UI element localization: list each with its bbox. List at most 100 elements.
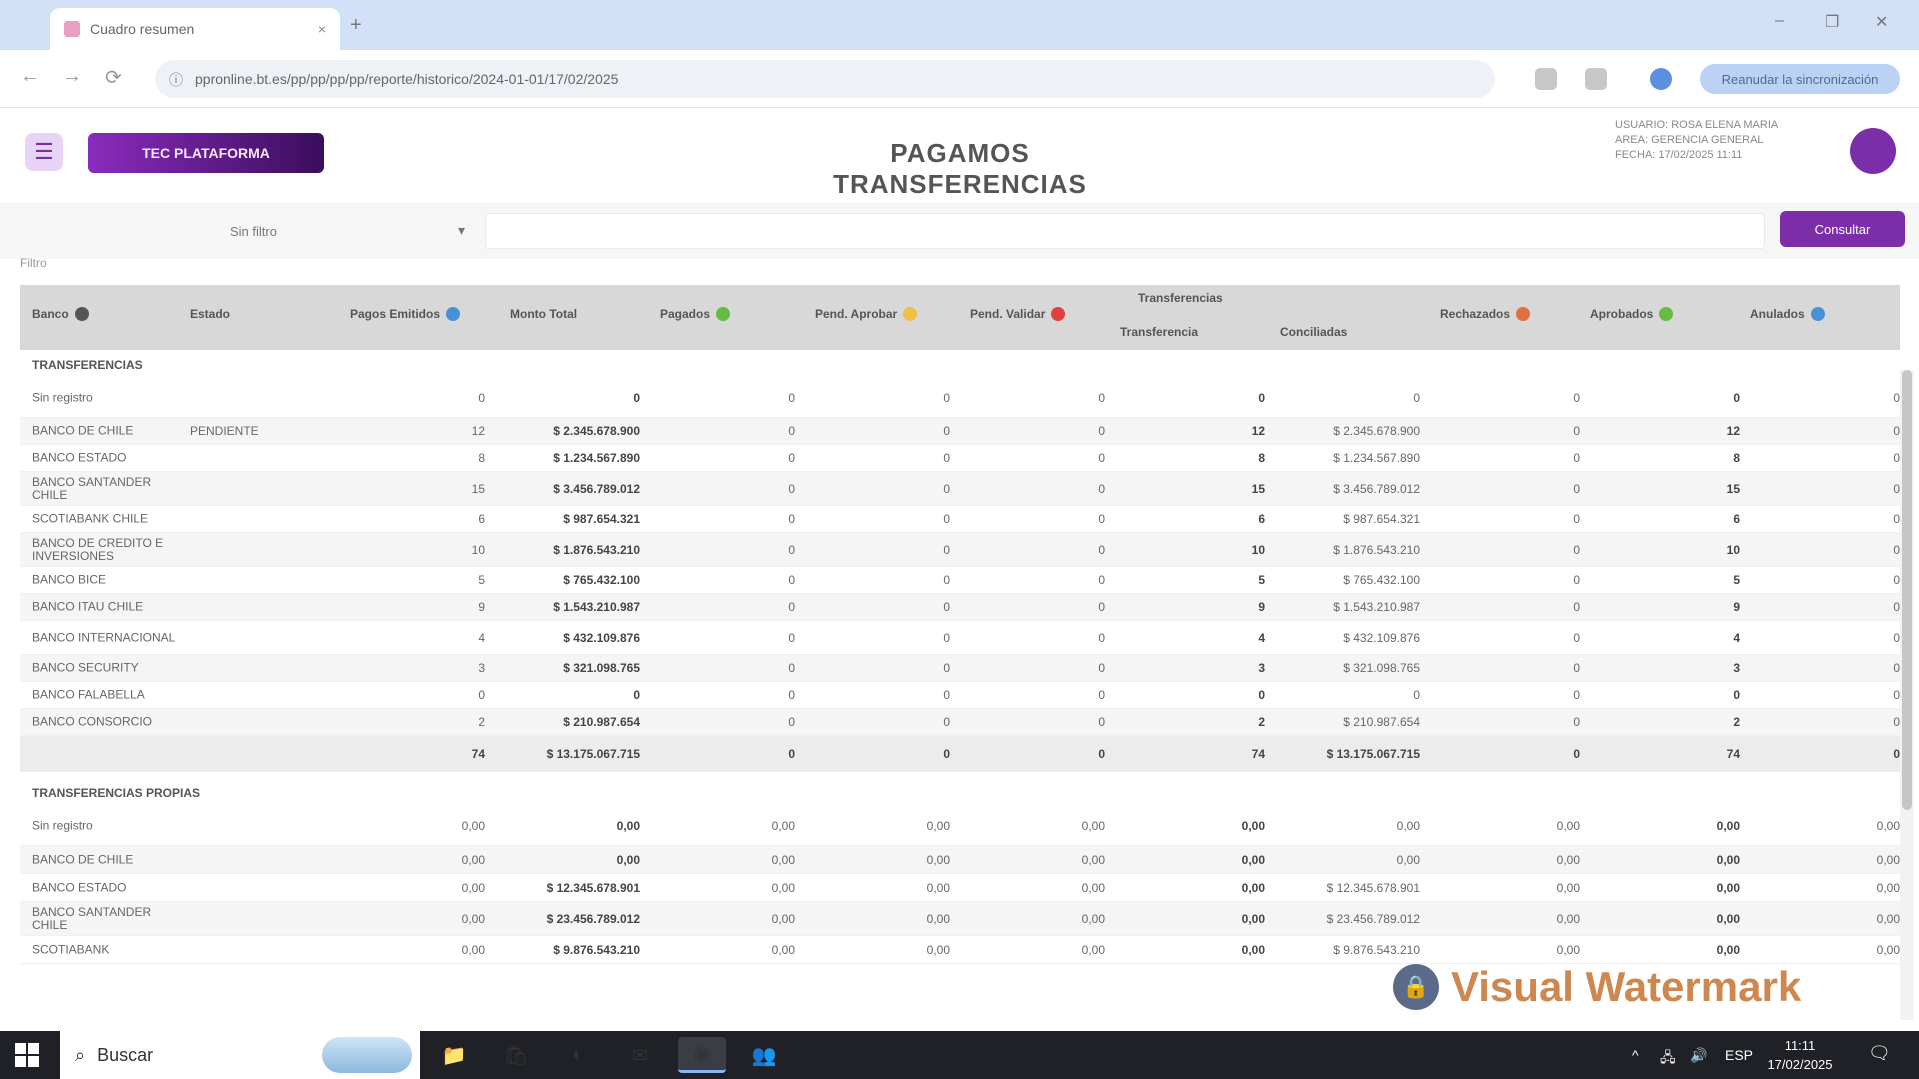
table-row[interactable]: BANCO CONSORCIO 2 $ 210.987.654 0 0 0 2 $ 210.9… xyxy=(20,709,1900,736)
teams-icon[interactable]: 👥 xyxy=(740,1037,788,1073)
table-cell: 0 xyxy=(1098,630,1105,645)
table-row[interactable]: SCOTIABANK CHILE 6 $ 987.654.321 0 0 0 6 $ 987.… xyxy=(20,506,1900,533)
info-icon[interactable] xyxy=(903,307,918,321)
windows-start-icon[interactable] xyxy=(15,1043,39,1067)
url-bar[interactable]: ⓘ ppronline.bt.es/pp/pp/pp/pp/reporte/hi… xyxy=(155,60,1495,98)
file-explorer-icon[interactable]: 📁 xyxy=(430,1037,478,1073)
table-cell: 0,00 xyxy=(926,852,950,867)
data-table: Banco Estado Pagos Emitidos Monto Total Paga… xyxy=(20,285,1900,1025)
column-header-label: Aprobados xyxy=(1590,307,1654,321)
scrollbar[interactable] xyxy=(1900,370,1914,1020)
brand-logo[interactable]: TEC PLATAFORMA xyxy=(88,133,324,173)
table-cell: 0 xyxy=(1098,390,1105,405)
edge-icon[interactable]: ◐ xyxy=(554,1037,602,1073)
site-info-icon[interactable]: ⓘ xyxy=(169,70,183,90)
column-header-cancelled[interactable]: Anulados xyxy=(1750,307,1825,321)
table-cell: 10 xyxy=(1726,542,1740,557)
minimize-icon[interactable]: – xyxy=(1775,12,1784,30)
info-icon[interactable] xyxy=(1810,307,1825,321)
table-cell: 0,00 xyxy=(1241,818,1265,833)
table-row[interactable]: BANCO ITAU CHILE 9 $ 1.543.210.987 0 0 0 9 $ 1.… xyxy=(20,594,1900,621)
table-row[interactable]: BANCO SANTANDER CHILE 0,00 $ 23.456.789.01… xyxy=(20,902,1900,936)
extension-icon[interactable] xyxy=(1535,68,1557,90)
info-icon[interactable] xyxy=(1659,307,1674,321)
table-row[interactable]: SCOTIABANK 0,00 $ 9.876.543.210 0,00 0,00 0,0… xyxy=(20,936,1900,964)
taskbar-search[interactable]: ⌕ Buscar xyxy=(60,1031,420,1079)
column-header-amount[interactable]: Monto Total xyxy=(510,307,577,321)
table-cell: 0 xyxy=(943,481,950,496)
info-icon[interactable] xyxy=(446,307,461,321)
mail-icon[interactable]: ✉ xyxy=(616,1037,664,1073)
forward-icon[interactable]: → xyxy=(62,65,82,88)
table-row[interactable]: BANCO BICE 5 $ 765.432.100 0 0 0 5 $ 765.432.10… xyxy=(20,567,1900,594)
row-label: BANCO SECURITY xyxy=(32,660,139,675)
column-subheader[interactable]: Conciliadas xyxy=(1280,325,1353,339)
browser-tab[interactable]: Cuadro resumen × xyxy=(50,8,340,50)
table-cell: 0,00 xyxy=(1556,852,1580,867)
table-cell: 0 xyxy=(943,661,950,675)
volume-icon[interactable]: 🔊 xyxy=(1690,1047,1707,1064)
sync-button[interactable]: Reanudar la sincronización xyxy=(1700,64,1900,94)
table-cell: 0,00 xyxy=(1876,911,1900,926)
scrollbar-thumb[interactable] xyxy=(1902,370,1912,810)
back-icon[interactable]: ← xyxy=(20,65,40,88)
info-icon[interactable] xyxy=(1051,307,1066,321)
table-cell: 0 xyxy=(1893,630,1900,645)
column-header-paid[interactable]: Pagados xyxy=(660,307,731,321)
table-cell: $ 1.234.567.890 xyxy=(553,451,640,465)
clock[interactable]: 11:11 17/02/2025 xyxy=(1745,1036,1855,1074)
consult-button[interactable]: Consultar xyxy=(1780,211,1905,247)
user-area: AREA: GERENCIA GENERAL xyxy=(1615,134,1764,146)
column-subheader[interactable]: Transferencia xyxy=(1120,325,1204,339)
close-window-icon[interactable]: ✕ xyxy=(1875,12,1888,32)
table-row[interactable]: BANCO SECURITY 3 $ 321.098.765 0 0 0 3 $ 321.09… xyxy=(20,655,1900,682)
filter-input[interactable] xyxy=(485,213,1765,249)
info-icon[interactable] xyxy=(74,307,89,321)
table-cell: 0,00 xyxy=(1081,942,1105,957)
column-header-emitted[interactable]: Pagos Emitidos xyxy=(350,307,461,321)
table-row[interactable]: BANCO DE CHILE PENDIENTE 12 $ 2.345.678.900… xyxy=(20,418,1900,445)
column-header-label: Rechazados xyxy=(1440,307,1511,321)
column-header-pending-approve[interactable]: Pend. Aprobar xyxy=(815,307,918,321)
row-label: BANCO ITAU CHILE xyxy=(32,599,144,614)
table-cell: 0,00 xyxy=(1556,942,1580,957)
column-header-label: Pend. Validar xyxy=(970,307,1046,321)
table-total-row[interactable]: 74 $ 13.175.067.715 0 0 0 74 $ 13.175.067.715 0… xyxy=(20,736,1900,772)
reload-icon[interactable]: ⟳ xyxy=(105,65,122,90)
store-icon[interactable]: 🛍 xyxy=(492,1037,540,1073)
info-icon[interactable] xyxy=(1516,307,1531,321)
table-row[interactable]: BANCO SANTANDER CHILE 15 $ 3.456.789.012 0 0… xyxy=(20,472,1900,506)
network-icon[interactable]: 🖧 xyxy=(1660,1047,1676,1071)
table-row[interactable]: BANCO ESTADO 0,00 $ 12.345.678.901 0,00 0,00… xyxy=(20,874,1900,902)
column-header-pending-validate[interactable]: Pend. Validar xyxy=(970,307,1066,321)
tray-chevron-icon[interactable]: ^ xyxy=(1632,1047,1639,1063)
table-row[interactable]: BANCO INTERNACIONAL 4 $ 432.109.876 0 0 0 4 $ 4… xyxy=(20,621,1900,655)
extension-icon[interactable] xyxy=(1585,68,1607,90)
info-icon[interactable] xyxy=(716,307,731,321)
table-cell: 0,00 xyxy=(926,818,950,833)
filter-bar: Sin filtro ▾ Consultar xyxy=(0,203,1919,259)
column-header-state[interactable]: Estado xyxy=(190,307,230,321)
column-header-bank[interactable]: Banco xyxy=(32,307,89,321)
new-tab-button[interactable]: + xyxy=(350,14,362,37)
menu-icon[interactable]: ☰ xyxy=(25,133,63,171)
table-cell: $ 432.109.876 xyxy=(563,630,640,645)
profile-icon[interactable] xyxy=(1650,68,1672,90)
column-header-label: Estado xyxy=(190,307,231,321)
filter-select[interactable]: Sin filtro ▾ xyxy=(185,213,475,249)
chrome-icon[interactable]: ◉ xyxy=(678,1037,726,1073)
table-row[interactable]: Sin registro 0,00 0,00 0,00 0,00 0,00 0,00 0,00… xyxy=(20,806,1900,846)
close-tab-icon[interactable]: × xyxy=(318,21,326,37)
table-row[interactable]: BANCO DE CREDITO E INVERSIONES 10 $ 1.876.… xyxy=(20,533,1900,567)
table-row[interactable]: BANCO FALABELLA 0 0 0 0 0 0 0 0 0 0 xyxy=(20,682,1900,709)
table-cell: 0 xyxy=(1573,512,1580,526)
notifications-icon[interactable]: 🗨 xyxy=(1868,1043,1891,1064)
column-header-rejected[interactable]: Rechazados xyxy=(1440,307,1531,321)
maximize-icon[interactable]: ❐ xyxy=(1825,12,1839,32)
avatar[interactable] xyxy=(1850,128,1896,174)
table-row[interactable]: BANCO ESTADO 8 $ 1.234.567.890 0 0 0 8 $ 1.234.… xyxy=(20,445,1900,472)
column-header-approved[interactable]: Aprobados xyxy=(1590,307,1674,321)
table-row[interactable]: BANCO DE CHILE 0,00 0,00 0,00 0,00 0,00 0,00 0,… xyxy=(20,846,1900,874)
filter-tag[interactable]: Filtro xyxy=(20,256,47,270)
table-row[interactable]: Sin registro 0 0 0 0 0 0 0 0 0 0 xyxy=(20,378,1900,418)
